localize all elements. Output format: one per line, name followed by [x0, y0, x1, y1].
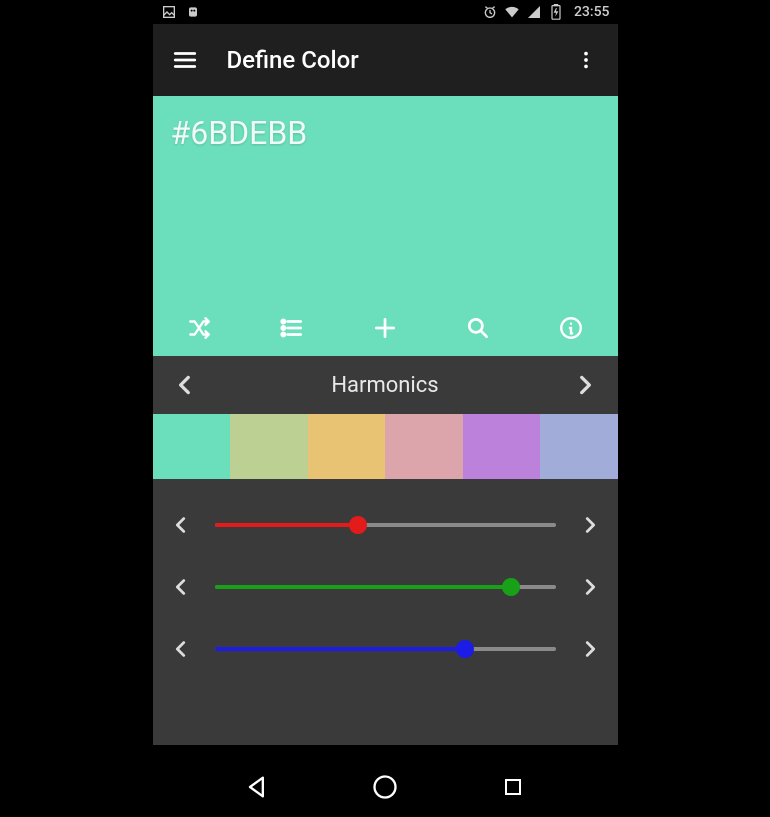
add-button[interactable] — [363, 306, 407, 350]
swatch-4[interactable] — [463, 414, 541, 479]
alarm-icon — [482, 4, 498, 20]
home-button[interactable] — [361, 763, 409, 811]
blue-slider[interactable] — [215, 640, 556, 658]
harmonic-swatches — [153, 414, 618, 479]
slider-green-row — [165, 571, 606, 603]
slider-blue-row — [165, 633, 606, 665]
wifi-icon — [504, 4, 520, 20]
android-nav-bar — [153, 757, 618, 817]
slider-red-row — [165, 509, 606, 541]
red-increment-button[interactable] — [574, 509, 606, 541]
green-decrement-button[interactable] — [165, 571, 197, 603]
battery-charging-icon — [548, 4, 564, 20]
back-button[interactable] — [233, 763, 281, 811]
preview-action-bar — [153, 300, 618, 356]
green-slider[interactable] — [215, 578, 556, 596]
shuffle-button[interactable] — [177, 306, 221, 350]
overflow-menu-button[interactable] — [572, 46, 600, 74]
section-next-button[interactable] — [565, 365, 605, 405]
list-button[interactable] — [270, 306, 314, 350]
cell-signal-icon — [526, 4, 542, 20]
swatch-3[interactable] — [385, 414, 463, 479]
hex-value: #6BDEBB — [171, 114, 308, 152]
red-decrement-button[interactable] — [165, 509, 197, 541]
swatch-1[interactable] — [230, 414, 308, 479]
section-nav: Harmonics — [153, 356, 618, 414]
swatch-0[interactable] — [153, 414, 231, 479]
swatch-2[interactable] — [308, 414, 386, 479]
swatch-5[interactable] — [540, 414, 618, 479]
debug-icon — [185, 4, 201, 20]
app-bar: Define Color — [153, 24, 618, 96]
blue-increment-button[interactable] — [574, 633, 606, 665]
info-button[interactable] — [549, 306, 593, 350]
section-prev-button[interactable] — [165, 365, 205, 405]
recent-apps-button[interactable] — [489, 763, 537, 811]
menu-button[interactable] — [171, 46, 199, 74]
rgb-sliders — [153, 479, 618, 745]
color-preview: #6BDEBB — [153, 96, 618, 356]
section-title: Harmonics — [331, 373, 438, 398]
status-time: 23:55 — [574, 4, 610, 20]
screenshot-icon — [161, 4, 177, 20]
red-slider[interactable] — [215, 516, 556, 534]
status-bar: 23:55 — [153, 0, 618, 24]
search-button[interactable] — [456, 306, 500, 350]
blue-decrement-button[interactable] — [165, 633, 197, 665]
page-title: Define Color — [227, 46, 572, 74]
green-increment-button[interactable] — [574, 571, 606, 603]
